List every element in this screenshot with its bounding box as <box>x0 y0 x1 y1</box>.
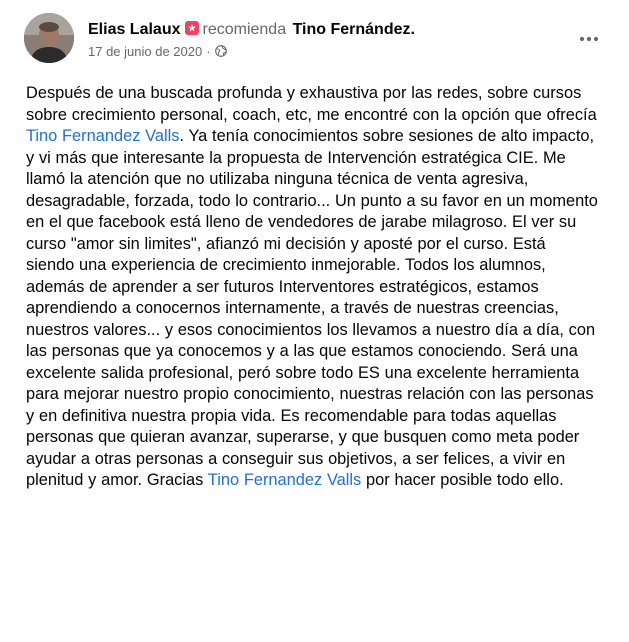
avatar[interactable] <box>24 13 74 63</box>
mention-link[interactable]: Tino Fernandez Valls <box>26 127 179 145</box>
more-options-button[interactable] <box>575 29 603 49</box>
post-header: Elias Lalaux recomienda Tino Fernández. 1… <box>24 13 613 69</box>
avatar-photo <box>24 13 74 63</box>
ellipsis-icon <box>579 36 599 42</box>
recommendation-post: Elias Lalaux recomienda Tino Fernández. 1… <box>0 0 629 642</box>
action-text: recomienda <box>202 21 287 38</box>
mention-link[interactable]: Tino Fernandez Valls <box>208 471 361 489</box>
post-date[interactable]: 17 de junio de 2020 <box>88 44 202 59</box>
post-text-part-1: Después de una buscada profunda y exhaus… <box>26 84 597 124</box>
globe-icon[interactable] <box>214 44 227 57</box>
author-line: Elias Lalaux recomienda Tino Fernández. <box>88 19 553 41</box>
post-meta: Elias Lalaux recomienda Tino Fernández. 1… <box>88 19 553 61</box>
post-body-text: Después de una buscada profunda y exhaus… <box>26 83 598 492</box>
separator-dot: · <box>206 44 211 59</box>
post-text-part-2: . Ya tenía conocimientos sobre sesiones … <box>26 127 598 489</box>
post-text-part-3: por hacer posible todo ello. <box>361 471 564 489</box>
post-timestamp-line: 17 de junio de 2020 · <box>88 43 553 61</box>
recommend-badge-icon <box>184 20 199 35</box>
recommended-page-name[interactable]: Tino Fernández. <box>293 21 415 38</box>
author-name[interactable]: Elias Lalaux <box>88 21 181 38</box>
